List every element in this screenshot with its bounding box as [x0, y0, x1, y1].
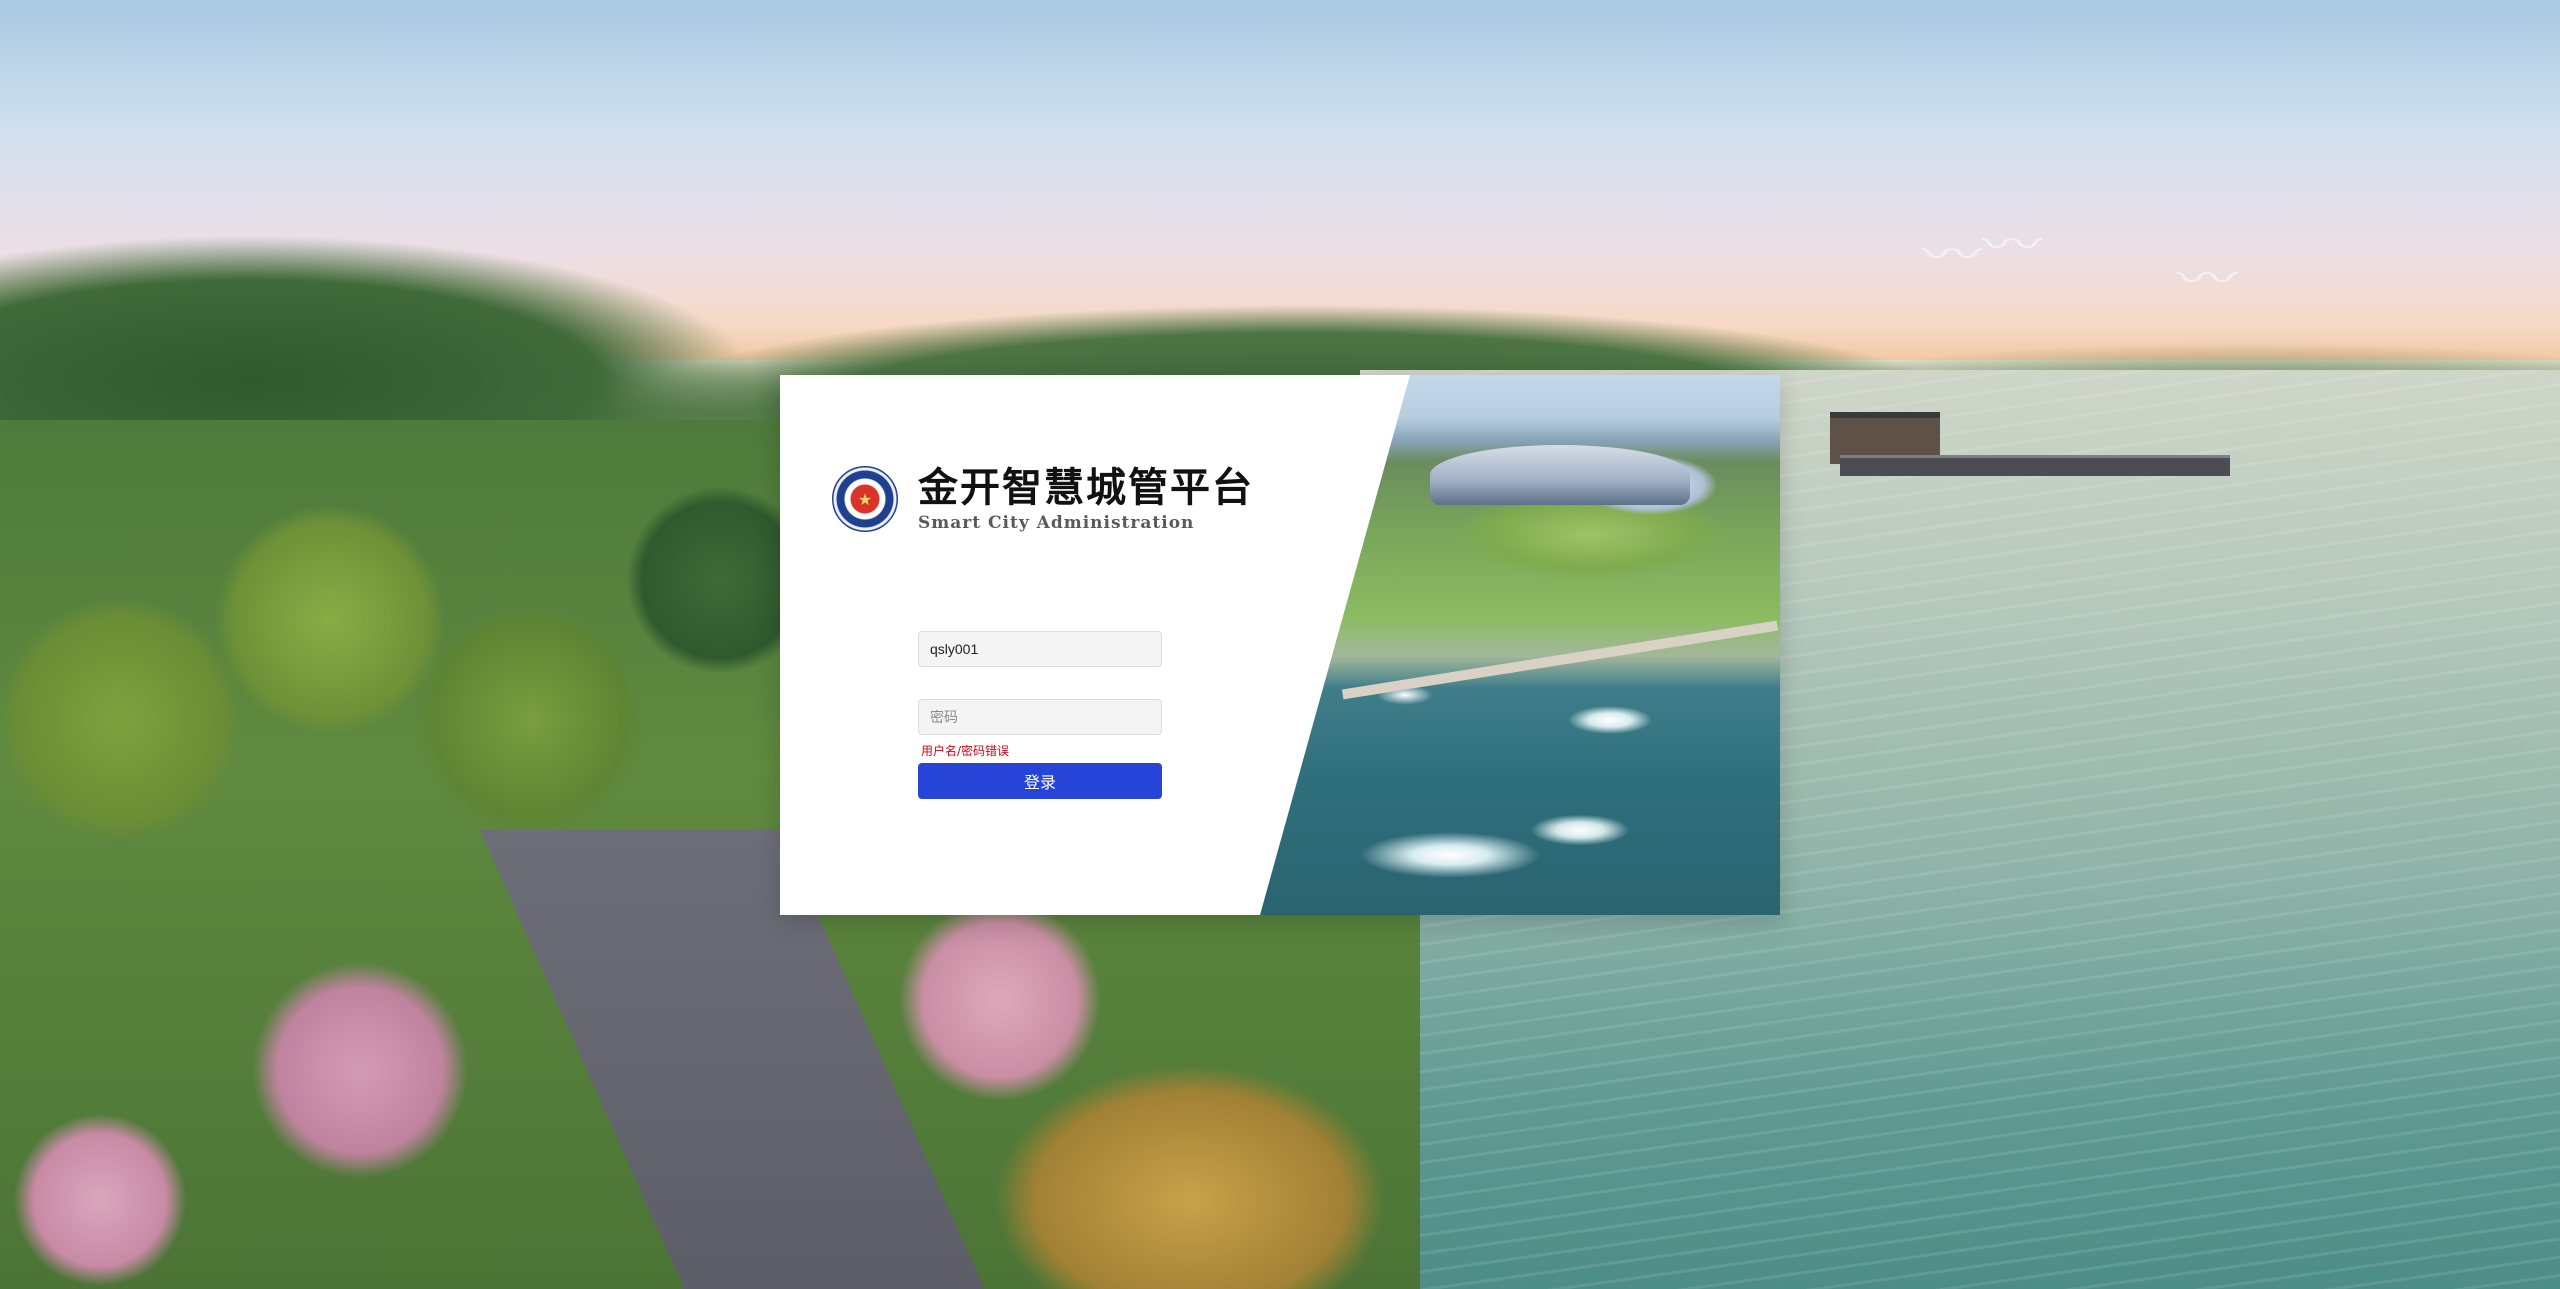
login-page: 〰 〰 〰 ★ 金开智慧城管平台 Smart City Administrati…: [0, 0, 2560, 1289]
brand-text: 金开智慧城管平台 Smart City Administration: [918, 465, 1254, 533]
brand-header: ★ 金开智慧城管平台 Smart City Administration: [832, 465, 1254, 533]
background-pier: [1840, 455, 2230, 476]
username-input[interactable]: [918, 631, 1162, 667]
bird-icon: 〰: [1921, 235, 1983, 275]
stadium-illustration: [1430, 445, 1690, 505]
city-aerial-photo: [1260, 375, 1780, 915]
app-title: 金开智慧城管平台: [918, 465, 1254, 511]
password-input[interactable]: [918, 699, 1162, 735]
login-form: 用户名/密码错误 登录: [918, 631, 1162, 799]
bird-icon: 〰: [1981, 225, 2043, 265]
login-card: ★ 金开智慧城管平台 Smart City Administration 用户名…: [780, 375, 1780, 915]
police-emblem-icon: ★: [832, 466, 898, 532]
road-illustration: [1341, 620, 1779, 700]
app-subtitle: Smart City Administration: [918, 513, 1195, 533]
login-error-message: 用户名/密码错误: [921, 744, 1010, 758]
bird-icon: 〰: [2176, 259, 2238, 299]
login-button[interactable]: 登录: [918, 763, 1162, 799]
